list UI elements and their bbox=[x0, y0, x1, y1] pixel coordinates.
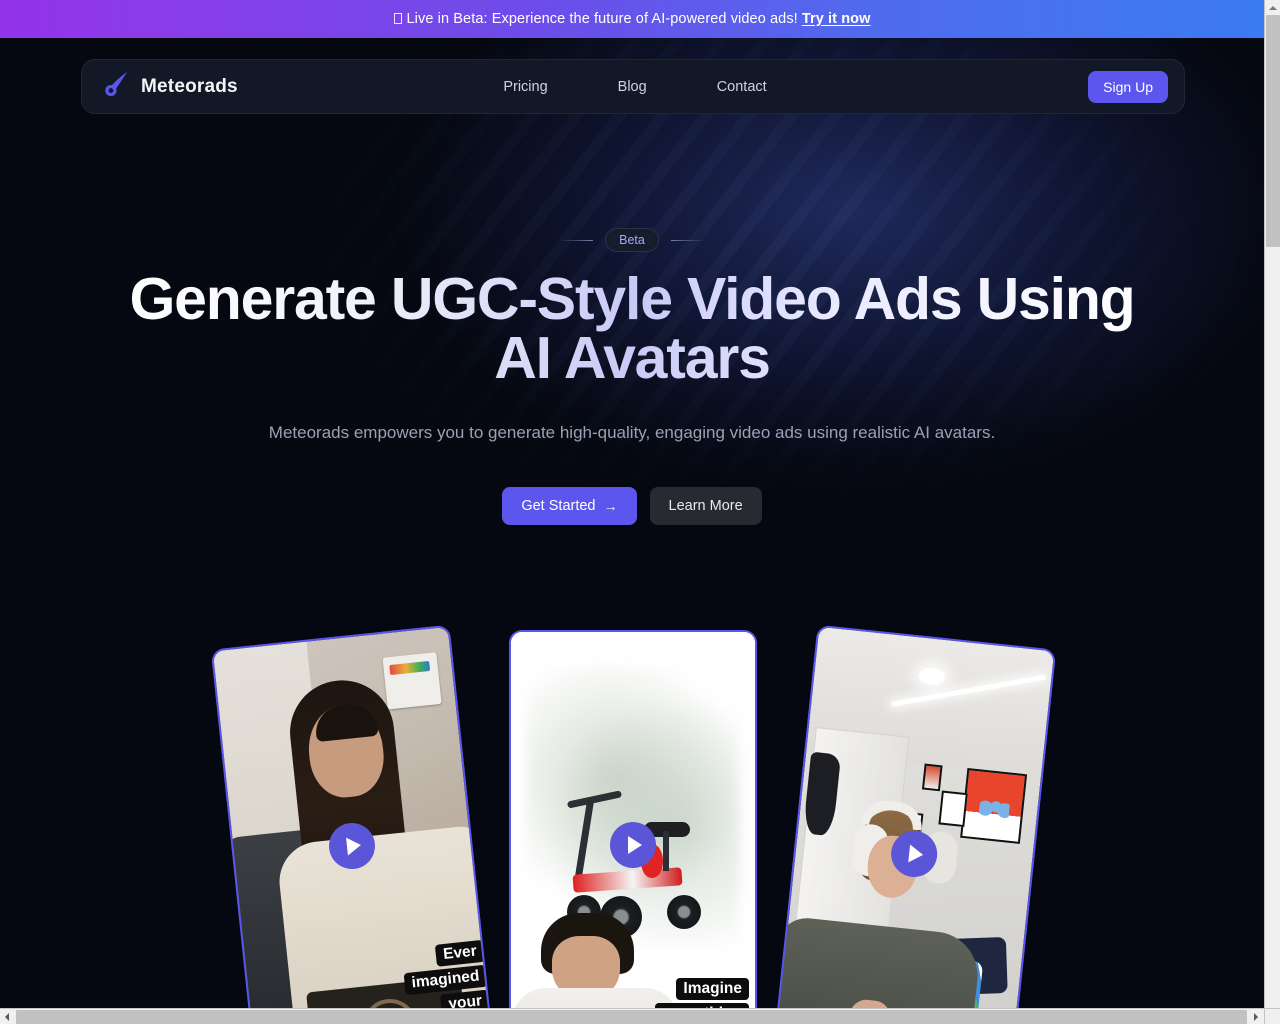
horizontal-scrollbar-thumb[interactable] bbox=[16, 1010, 1247, 1024]
arrow-right-icon: → bbox=[603, 498, 618, 515]
caption-line: unearthing bbox=[654, 1003, 749, 1008]
hero-subtitle: Meteorads empowers you to generate high-… bbox=[268, 423, 996, 442]
learn-more-button[interactable]: Learn More bbox=[649, 487, 762, 526]
nav-link-contact[interactable]: Contact bbox=[717, 79, 767, 95]
caption-line: Ever bbox=[435, 939, 485, 967]
signup-button[interactable]: Sign Up bbox=[1088, 70, 1168, 103]
horizontal-scrollbar[interactable] bbox=[0, 1008, 1280, 1024]
video-thumbnail-center bbox=[511, 632, 755, 1008]
caption-line: your bbox=[440, 989, 491, 1008]
beta-line-right bbox=[670, 239, 705, 241]
announcement-text: Live in Beta: Experience the future of A… bbox=[393, 11, 871, 27]
cta-row: Get Started → Learn More bbox=[0, 487, 1264, 526]
video-card-right[interactable]: PUT bbox=[773, 624, 1057, 1008]
beta-badge-row: Beta bbox=[0, 228, 1264, 252]
brand-name: Meteorads bbox=[141, 75, 238, 97]
video-card-center[interactable]: Imagine unearthing hidden bbox=[509, 630, 757, 1008]
caption-line: Imagine bbox=[676, 978, 749, 1000]
navbar: Meteorads Pricing Blog Contact Sign Up bbox=[81, 59, 1185, 114]
video-card-left[interactable]: Ever imagined your bathroom bbox=[210, 624, 494, 1008]
video-thumbnail-right bbox=[773, 626, 1055, 1008]
video-caption-center: Imagine unearthing hidden bbox=[654, 978, 749, 1008]
rocket-icon bbox=[393, 13, 402, 24]
scroll-down-arrow-icon[interactable] bbox=[1265, 993, 1280, 1008]
video-showcase: Ever imagined your bathroom bbox=[0, 598, 1264, 1008]
try-it-now-link[interactable]: Try it now bbox=[802, 11, 871, 27]
browser-viewport: Live in Beta: Experience the future of A… bbox=[0, 0, 1264, 1008]
scroll-right-arrow-icon[interactable] bbox=[1249, 1009, 1264, 1024]
scroll-left-arrow-icon[interactable] bbox=[0, 1009, 15, 1024]
scroll-up-arrow-icon[interactable] bbox=[1265, 0, 1280, 15]
vertical-scrollbar-thumb[interactable] bbox=[1266, 15, 1280, 247]
vertical-scrollbar[interactable] bbox=[1264, 0, 1280, 1008]
nav-link-blog[interactable]: Blog bbox=[618, 79, 647, 95]
play-icon[interactable] bbox=[610, 822, 656, 868]
video-caption-left: Ever imagined your bathroom bbox=[398, 939, 493, 1008]
get-started-label: Get Started bbox=[521, 498, 596, 515]
beta-badge[interactable]: Beta bbox=[605, 228, 659, 252]
beta-line-left bbox=[559, 239, 594, 241]
announcement-message: Live in Beta: Experience the future of A… bbox=[406, 11, 798, 27]
get-started-button[interactable]: Get Started → bbox=[502, 487, 637, 526]
meteor-icon bbox=[102, 69, 132, 104]
brand[interactable]: Meteorads bbox=[102, 69, 238, 104]
scrollbar-corner bbox=[1264, 1008, 1280, 1024]
nav-links: Pricing Blog Contact bbox=[503, 79, 766, 95]
nav-link-pricing[interactable]: Pricing bbox=[503, 79, 547, 95]
page-title: Generate UGC-Style Video Ads Using AI Av… bbox=[127, 270, 1137, 388]
hero-section: Meteorads Pricing Blog Contact Sign Up B… bbox=[0, 38, 1264, 1008]
announcement-banner[interactable]: Live in Beta: Experience the future of A… bbox=[0, 0, 1264, 38]
